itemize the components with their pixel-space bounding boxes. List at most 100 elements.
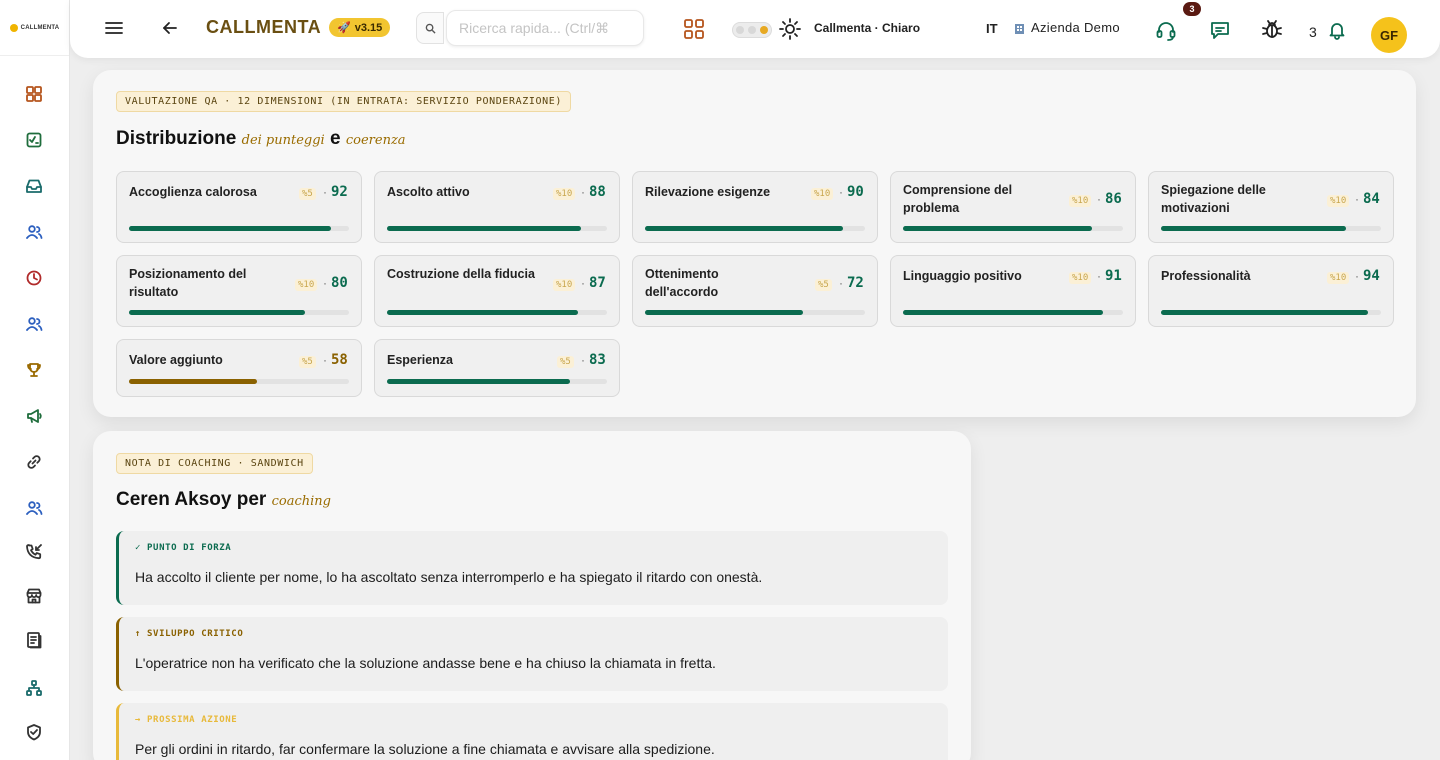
- dimension-name: Posizionamento del risultato: [129, 267, 247, 299]
- dimension-bar-fill: [1161, 310, 1368, 315]
- notifications-button[interactable]: [1327, 20, 1347, 40]
- messages-button[interactable]: [1209, 19, 1231, 41]
- dimension-bar-track: [129, 310, 349, 315]
- dimension-weight: %10: [1327, 272, 1350, 284]
- bug-report-button[interactable]: [1261, 18, 1283, 40]
- dimension-card[interactable]: Spiegazione delle motivazioni %10 · 84: [1148, 171, 1394, 243]
- sidebar-item-users[interactable]: [22, 220, 46, 244]
- dimension-card[interactable]: Esperienza %5 · 83: [374, 339, 620, 397]
- sidebar-item-group[interactable]: [22, 496, 46, 520]
- sidebar-item-store[interactable]: [22, 584, 46, 608]
- dimension-bar-track: [645, 310, 865, 315]
- coaching-heading: Ceren Aksoy per coaching: [116, 489, 331, 511]
- qa-evaluation-card: VALUTAZIONE QA · 12 DIMENSIONI (IN ENTRA…: [93, 70, 1416, 417]
- user-avatar[interactable]: GF: [1371, 17, 1407, 53]
- sidebar-item-megaphone[interactable]: [22, 404, 46, 428]
- dimension-card[interactable]: Posizionamento del risultato %10 · 80: [116, 255, 362, 327]
- dimension-score: 87: [589, 275, 606, 291]
- support-button[interactable]: [1155, 19, 1177, 41]
- dimension-card[interactable]: Rilevazione esigenze %10 · 90: [632, 171, 878, 243]
- dimension-bar-track: [129, 226, 349, 231]
- dimension-score: 72: [847, 275, 864, 291]
- sidebar-item-team[interactable]: [22, 312, 46, 336]
- company-selector[interactable]: Azienda Demo: [1014, 20, 1120, 35]
- bell-icon: [1329, 23, 1345, 40]
- dimension-card[interactable]: Ottenimento dell'accordo %5 · 72: [632, 255, 878, 327]
- dimension-bar-track: [1161, 310, 1381, 315]
- sidebar-item-link[interactable]: [22, 450, 46, 474]
- sidebar-item-report[interactable]: [22, 628, 46, 652]
- dimension-score: 86: [1105, 191, 1122, 207]
- dimension-bar-fill: [129, 226, 332, 231]
- building-icon: [1015, 23, 1024, 34]
- dimension-bar-fill: [1161, 226, 1346, 231]
- sidebar-item-trophy[interactable]: [22, 358, 46, 382]
- qa-heading: Distribuzione dei punteggi e coerenza: [116, 128, 406, 150]
- dimension-card[interactable]: Valore aggiunto %5 · 58: [116, 339, 362, 397]
- top-bar: CALLMENTA 🚀 v3.15 Callmenta · Chiaro IT …: [70, 0, 1440, 58]
- dimension-card[interactable]: Accoglienza calorosa %5 · 92: [116, 171, 362, 243]
- dimension-weight: %10: [1327, 195, 1350, 207]
- toggle-dot-3: [760, 26, 768, 34]
- search-input[interactable]: [446, 10, 644, 46]
- dimension-bar-fill: [387, 379, 570, 384]
- menu-button[interactable]: [104, 18, 124, 38]
- headset-icon: [1156, 22, 1176, 41]
- brand-logo[interactable]: CALLMENTA: [0, 0, 69, 56]
- link-icon: [27, 455, 41, 469]
- sidebar-item-clock[interactable]: [22, 266, 46, 290]
- coaching-note: ✓ PUNTO DI FORZA Ha accolto il cliente pe…: [116, 531, 948, 605]
- sidebar-item-inbox[interactable]: [22, 174, 46, 198]
- shield-icon: [27, 724, 41, 741]
- store-icon: [26, 588, 42, 604]
- sidebar-item-dashboard[interactable]: [22, 82, 46, 106]
- incoming-call-icon: [26, 544, 42, 560]
- dimension-score: 91: [1105, 268, 1122, 284]
- sidebar-item-incoming-call[interactable]: [22, 540, 46, 564]
- dimension-separator: ·: [323, 185, 327, 199]
- sidebar-item-scorecard[interactable]: [22, 128, 46, 152]
- back-button[interactable]: [162, 20, 178, 36]
- coaching-note-label: ↑ SVILUPPO CRITICO: [135, 629, 244, 639]
- dimension-name: Costruzione della fiducia: [387, 267, 535, 281]
- dimension-separator: ·: [581, 276, 585, 290]
- theme-label[interactable]: Callmenta · Chiaro: [814, 21, 920, 35]
- dimension-name: Professionalità: [1161, 269, 1251, 283]
- coaching-note-label: ✓ PUNTO DI FORZA: [135, 543, 232, 553]
- rocket-icon: 🚀: [337, 22, 351, 34]
- dimension-weight: %5: [299, 356, 316, 368]
- theme-sun-button[interactable]: [779, 18, 801, 40]
- coaching-heading-main: Ceren Aksoy per: [116, 489, 267, 510]
- language-selector[interactable]: IT: [986, 21, 998, 36]
- clock-icon: [26, 270, 42, 286]
- trophy-icon: [27, 363, 41, 377]
- dimension-bar-track: [129, 379, 349, 384]
- scorecard-icon: [26, 132, 42, 148]
- dimension-separator: ·: [323, 353, 327, 367]
- qa-section-tag: VALUTAZIONE QA · 12 DIMENSIONI (IN ENTRA…: [116, 91, 571, 112]
- sidebar-item-shield[interactable]: [22, 720, 46, 744]
- sidebar: CALLMENTA: [0, 0, 70, 760]
- dimension-card[interactable]: Linguaggio positivo %10 · 91: [890, 255, 1136, 327]
- dimension-separator: ·: [1355, 269, 1359, 283]
- dimension-card[interactable]: Ascolto attivo %10 · 88: [374, 171, 620, 243]
- apps-button[interactable]: [683, 18, 705, 40]
- team-icon: [26, 317, 43, 331]
- brand-name: CALLMENTA: [20, 24, 60, 31]
- coaching-note-text: L'operatrice non ha verificato che la so…: [135, 655, 716, 671]
- coaching-note-text: Ha accolto il cliente per nome, lo ha as…: [135, 569, 763, 585]
- notifications-count: 3: [1309, 24, 1317, 40]
- dimension-card[interactable]: Costruzione della fiducia %10 · 87: [374, 255, 620, 327]
- theme-toggle[interactable]: [732, 22, 772, 38]
- dimension-weight: %10: [295, 279, 318, 291]
- dimension-card[interactable]: Professionalità %10 · 94: [1148, 255, 1394, 327]
- app-title[interactable]: CALLMENTA: [206, 17, 321, 38]
- dimension-score: 84: [1363, 191, 1380, 207]
- dimension-card[interactable]: Comprensione del problema %10 · 86: [890, 171, 1136, 243]
- search-button[interactable]: [416, 12, 444, 44]
- coaching-note-text: Per gli ordini in ritardo, far confermar…: [135, 741, 715, 757]
- search-icon: [425, 23, 436, 34]
- sidebar-item-org-chart[interactable]: [22, 676, 46, 700]
- coaching-note: ↑ SVILUPPO CRITICO L'operatrice non ha ve…: [116, 617, 948, 691]
- dashboard-icon: [26, 86, 42, 102]
